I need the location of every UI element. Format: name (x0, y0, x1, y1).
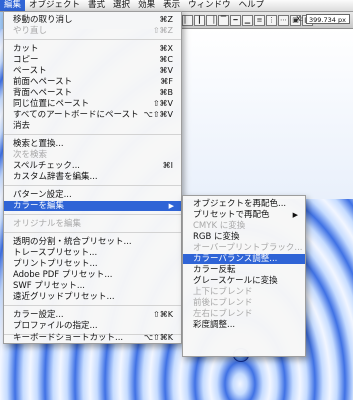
menu-item-paste-front[interactable]: 前面へペースト ⌘F (4, 77, 181, 87)
menu-item-define-pattern[interactable]: パターン設定... (4, 190, 181, 200)
shortcut: ⌥⇧⌘K (143, 333, 173, 342)
menu-item-custom-dictionary[interactable]: カスタム辞書を編集... (4, 172, 181, 182)
shortcut: ⌘B (159, 88, 174, 97)
x-coordinate-label: X: (296, 15, 304, 23)
distribute-v-icon[interactable]: ⋮ (266, 15, 277, 26)
align-top-icon[interactable]: ▔ (218, 15, 229, 26)
menu-item-find-next[interactable]: 次を検索 (4, 150, 181, 160)
menu-separator (4, 134, 181, 135)
menu-item-tracing-presets[interactable]: トレースプリセット... (4, 248, 181, 258)
menu-object[interactable]: オブジェクト (25, 0, 84, 11)
shortcut: ⌘I (162, 161, 173, 170)
submenu-item-adjust-color-balance[interactable]: カラーバランス調整... (183, 254, 305, 264)
shortcut: ⇧⌘Z (152, 26, 173, 35)
shortcut: ⌘X (159, 44, 173, 53)
menu-separator (4, 305, 181, 306)
menu-item-redo[interactable]: やり直し ⇧⌘Z (4, 26, 181, 36)
shortcut: ⌘C (159, 55, 173, 64)
shortcut: ⌘Z (159, 15, 173, 24)
align-bottom-icon[interactable]: ▁ (242, 15, 253, 26)
shortcut: ⌘V (159, 66, 173, 75)
submenu-item-blend-front-to-back[interactable]: 前後にブレンド (183, 298, 305, 308)
align-center-icon[interactable]: ┃ (194, 15, 205, 26)
submenu-item-saturate[interactable]: 彩度調整... (183, 320, 305, 330)
menu-separator (4, 185, 181, 186)
align-icons: ▏ ┃ ▕ ▔ ━ ▁ ≡ ⋮ ⋯ ▣ ▦ (182, 15, 313, 26)
menu-item-edit-original[interactable]: オリジナルを編集 (4, 219, 181, 229)
menu-item-copy[interactable]: コピー ⌘C (4, 55, 181, 65)
submenu-item-convert-grayscale[interactable]: グレースケールに変換 (183, 276, 305, 286)
submenu-item-recolor-artwork[interactable]: オブジェクトを再配色... (183, 199, 305, 209)
shortcut: ⌘F (160, 77, 173, 86)
menu-item-clear[interactable]: 消去 (4, 121, 181, 131)
submenu-arrow-icon: ▶ (168, 202, 174, 210)
edit-colors-submenu: オブジェクトを再配色... プリセットで再配色 ▶ CMYK に変換 RGB に変… (182, 195, 306, 357)
align-right-icon[interactable]: ▕ (206, 15, 217, 26)
menu-help[interactable]: ヘルプ (235, 0, 269, 11)
menu-separator (4, 232, 181, 233)
submenu-item-invert-colors[interactable]: カラー反転 (183, 265, 305, 275)
menu-item-paste-all-artboards[interactable]: すべてのアートボードにペースト ⌥⇧⌘V (4, 110, 181, 120)
menu-separator (4, 39, 181, 40)
menu-item-undo[interactable]: 移動の取り消し ⌘Z (4, 15, 181, 25)
align-left-icon[interactable]: ▏ (182, 15, 193, 26)
artboard-white-area (180, 29, 353, 199)
menu-item-edit-colors[interactable]: カラーを編集 ▶ (4, 201, 181, 211)
menu-item-paste[interactable]: ペースト ⌘V (4, 66, 181, 76)
submenu-item-blend-horizontally[interactable]: 左右にブレンド (183, 309, 305, 319)
menu-select[interactable]: 選択 (109, 0, 134, 11)
edit-menu: 移動の取り消し ⌘Z やり直し ⇧⌘Z カット ⌘X コピー ⌘C ペースト ⌘V 前面へ… (3, 11, 182, 344)
distribute-space-icon[interactable]: ⋯ (278, 15, 289, 26)
menu-window[interactable]: ウィンドウ (184, 0, 235, 11)
menu-item-spell-check[interactable]: スペルチェック... ⌘I (4, 161, 181, 171)
menu-item-cut[interactable]: カット ⌘X (4, 44, 181, 54)
menu-item-keyboard-shortcuts[interactable]: キーボードショートカット... ⌥⇧⌘K (4, 333, 181, 343)
menu-edit[interactable]: 編集 (0, 0, 26, 11)
submenu-item-convert-cmyk[interactable]: CMYK に変換 (183, 221, 305, 231)
menu-item-perspective-grid-presets[interactable]: 遠近グリッドプリセット... (4, 292, 181, 302)
menu-item-pdf-presets[interactable]: Adobe PDF プリセット... (4, 270, 181, 280)
align-middle-icon[interactable]: ━ (230, 15, 241, 26)
menu-effect[interactable]: 効果 (134, 0, 159, 11)
menu-item-color-settings[interactable]: カラー設定... ⇧⌘K (4, 310, 181, 320)
menu-separator (4, 214, 181, 215)
shortcut: ⌥⇧⌘V (143, 110, 173, 119)
menu-item-flattener-presets[interactable]: 透明の分割・統合プリセット... (4, 237, 181, 247)
submenu-arrow-icon: ▶ (292, 211, 298, 219)
menu-item-assign-profile[interactable]: プロファイルの指定... (4, 321, 181, 331)
menu-item-paste-back[interactable]: 背面へペースト ⌘B (4, 88, 181, 98)
submenu-item-overprint-black[interactable]: オーバープリントブラック... (183, 243, 305, 253)
menu-item-paste-in-place[interactable]: 同じ位置にペースト ⇧⌘V (4, 99, 181, 109)
submenu-item-recolor-with-preset[interactable]: プリセットで再配色 ▶ (183, 210, 305, 220)
menu-view[interactable]: 表示 (159, 0, 184, 11)
menu-item-print-presets[interactable]: プリントプリセット... (4, 259, 181, 269)
menu-type[interactable]: 書式 (84, 0, 109, 11)
shortcut: ⇧⌘V (152, 99, 173, 108)
x-coordinate-field[interactable]: 399.734 px (306, 14, 350, 24)
distribute-h-icon[interactable]: ≡ (254, 15, 265, 26)
menu-item-find-replace[interactable]: 検索と置換... (4, 139, 181, 149)
submenu-item-blend-vertically[interactable]: 上下にブレンド (183, 287, 305, 297)
submenu-item-convert-rgb[interactable]: RGB に変換 (183, 232, 305, 242)
menu-item-swf-presets[interactable]: SWF プリセット... (4, 281, 181, 291)
shortcut: ⇧⌘K (153, 310, 173, 319)
